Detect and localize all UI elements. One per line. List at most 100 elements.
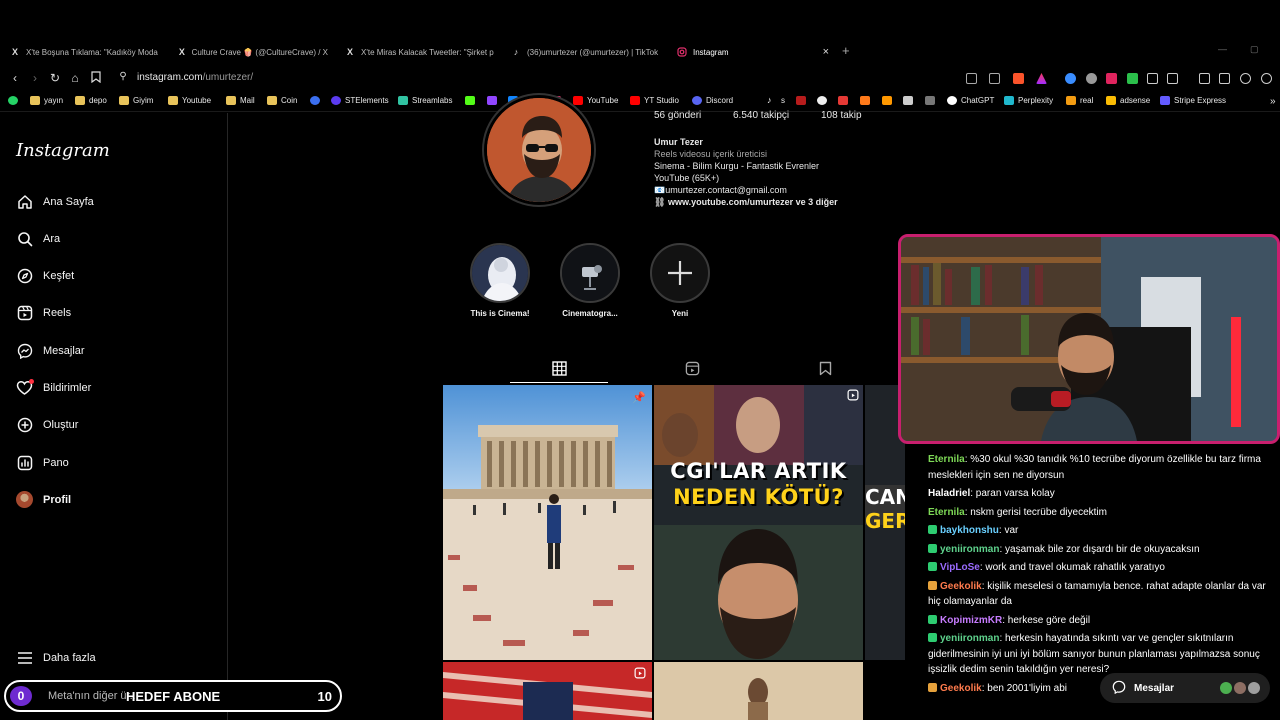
bookmark-r[interactable] xyxy=(310,96,320,105)
bookmark-link[interactable]: real xyxy=(1066,96,1093,105)
bookmark-orange[interactable] xyxy=(860,96,870,105)
bookmark-link[interactable]: YouTube xyxy=(573,96,618,105)
browser-tab[interactable]: X X'te Boşuna Tıklama: "Kadıköy Moda xyxy=(10,44,160,60)
post-image-anitkabir xyxy=(443,385,652,660)
menu-icon[interactable] xyxy=(1261,73,1272,84)
reels-tab[interactable] xyxy=(685,361,700,376)
bio-line: Sinema - Bilim Kurgu - Fantastik Evrenle… xyxy=(654,161,820,171)
bookmark-link[interactable]: ChatGPT xyxy=(947,96,994,105)
bio-link[interactable]: ⛓ www.youtube.com/umurtezer ve 3 diğer xyxy=(654,197,838,208)
maximize-icon[interactable]: ▢ xyxy=(1250,44,1259,55)
chat-message: Haladriel: paran varsa kolay xyxy=(928,486,1278,502)
bookmark-link[interactable]: YT Studio xyxy=(630,96,679,105)
bookmark-twitch[interactable] xyxy=(487,96,497,105)
bookmark-folder[interactable]: Youtube xyxy=(168,96,211,105)
browser-tab-active[interactable]: Instagram × xyxy=(677,44,829,60)
bookmark-label: Discord xyxy=(706,96,734,105)
sidebar-item-notifications[interactable]: Bildirimler xyxy=(16,379,91,396)
post-thumbnail[interactable]: CGI'LAR ARTIK NEDEN KÖTÜ? xyxy=(654,385,863,660)
browser-tab[interactable]: ♪ (36)umurtezer (@umurtezer) | TikTok xyxy=(511,44,661,60)
post-thumbnail[interactable] xyxy=(654,662,863,720)
bookmark-folder[interactable]: yayın xyxy=(30,96,63,105)
more-menu-button[interactable]: Daha fazla xyxy=(16,649,96,666)
followers-count[interactable]: 6.540 takipçi xyxy=(733,110,789,121)
extension-icon[interactable] xyxy=(1065,73,1076,84)
browser-tab-bar: X X'te Boşuna Tıklama: "Kadıköy Moda X C… xyxy=(0,0,1280,66)
leo-icon[interactable] xyxy=(1240,73,1251,84)
sidebar-item-search[interactable]: Ara xyxy=(16,230,60,247)
highlight-new[interactable] xyxy=(650,243,710,303)
post-thumbnail[interactable]: 📌 xyxy=(443,385,652,660)
address-bar[interactable]: instagram.com/umurtezer/ xyxy=(137,72,253,83)
cast-icon[interactable] xyxy=(966,73,977,84)
brave-shield-icon[interactable] xyxy=(1013,73,1024,84)
profile-picture[interactable] xyxy=(484,95,594,205)
extensions-puzzle-icon[interactable] xyxy=(1147,73,1158,84)
share-icon[interactable] xyxy=(989,73,1000,84)
bookmark-red2[interactable] xyxy=(838,96,848,105)
sidebar-item-home[interactable]: Ana Sayfa xyxy=(16,193,94,210)
bookmark-grey2[interactable] xyxy=(925,96,935,105)
following-count[interactable]: 108 takip xyxy=(821,110,862,121)
sidebar-item-explore[interactable]: Keşfet xyxy=(16,267,74,284)
highlight-cinematography[interactable] xyxy=(560,243,620,303)
bookmark-link[interactable]: Perplexity xyxy=(1004,96,1053,105)
sidebar-icon[interactable] xyxy=(1199,73,1210,84)
new-tab-icon[interactable]: + xyxy=(842,43,850,58)
bookmark-folder[interactable]: depo xyxy=(75,96,107,105)
bookmark-link[interactable]: ♪ s xyxy=(767,96,785,106)
extension-icon[interactable] xyxy=(1086,73,1097,84)
bookmark-kick[interactable] xyxy=(465,96,475,105)
bookmark-folder[interactable]: Giyim xyxy=(119,96,153,105)
browser-tab[interactable]: X X'te Miras Kalacak Tweetler: "Şirket p xyxy=(345,44,495,60)
profile-avatar-illustration xyxy=(487,98,591,202)
bookmark-orange2[interactable] xyxy=(882,96,892,105)
forward-icon[interactable]: › xyxy=(28,71,42,85)
bookmark-link[interactable]: Streamlabs xyxy=(398,96,452,105)
bookmark-icon[interactable] xyxy=(89,71,103,86)
bookmark-whatsapp[interactable] xyxy=(8,96,18,105)
browser-tab[interactable]: X Culture Crave 🍿 (@CultureCrave) / X xyxy=(178,44,328,60)
saved-tab[interactable] xyxy=(819,361,834,376)
folder-icon xyxy=(168,96,178,105)
brave-rewards-icon[interactable] xyxy=(1036,73,1047,84)
highlight-label: This is Cinema! xyxy=(470,309,530,318)
home-icon[interactable]: ⌂ xyxy=(68,71,82,85)
post-thumbnail[interactable] xyxy=(443,662,652,720)
tab-title: X'te Miras Kalacak Tweetler: "Şirket p xyxy=(361,47,494,57)
sidebar-item-reels[interactable]: Reels xyxy=(16,304,71,321)
extension-icon[interactable] xyxy=(1167,73,1178,84)
more-bookmarks-icon[interactable]: » xyxy=(1270,96,1276,107)
highlight-cover xyxy=(472,245,528,301)
bookmark-link[interactable]: Discord xyxy=(692,96,733,105)
back-icon[interactable]: ‹ xyxy=(8,71,22,85)
instagram-sidebar: Instagram Ana Sayfa Ara Keşfet Reels Mes… xyxy=(0,113,228,720)
minimize-icon[interactable]: — xyxy=(1218,44,1227,54)
wallet-icon[interactable] xyxy=(1219,73,1230,84)
bookmark-folder[interactable]: Mail xyxy=(226,96,255,105)
chat-username: Geekolik xyxy=(940,580,982,592)
messages-floating-button[interactable]: Mesajlar xyxy=(1100,673,1270,703)
sidebar-item-profile[interactable]: Profil xyxy=(16,491,71,508)
sidebar-item-messages[interactable]: Mesajlar xyxy=(16,342,85,359)
sidebar-item-create[interactable]: Oluştur xyxy=(16,416,78,433)
reload-icon[interactable]: ↻ xyxy=(48,71,62,85)
instagram-logo[interactable]: Instagram xyxy=(16,140,110,161)
bookmark-link[interactable]: STElements xyxy=(331,96,389,105)
bookmark-link[interactable]: adsense xyxy=(1106,96,1150,105)
x-logo-icon: X xyxy=(346,47,353,57)
site-info-icon[interactable]: ⚲ xyxy=(116,71,130,82)
extension-icon[interactable] xyxy=(1127,73,1138,84)
bookmark-circle[interactable] xyxy=(817,96,827,105)
bookmark-red[interactable] xyxy=(796,96,806,105)
highlight-this-is-cinema[interactable] xyxy=(470,243,530,303)
close-tab-icon[interactable]: × xyxy=(823,46,829,58)
browser-nav-bar: ‹ › ↻ ⌂ ⚲ instagram.com/umurtezer/ xyxy=(0,66,1280,92)
bookmark-grey[interactable] xyxy=(903,96,913,105)
bookmark-link[interactable]: Stripe Express xyxy=(1160,96,1226,105)
posts-grid-tab[interactable] xyxy=(552,361,567,376)
bookmark-folder[interactable]: Coin xyxy=(267,96,297,105)
bookmark-site-icon xyxy=(925,96,935,105)
sidebar-item-dashboard[interactable]: Pano xyxy=(16,454,69,471)
extension-icon[interactable] xyxy=(1106,73,1117,84)
